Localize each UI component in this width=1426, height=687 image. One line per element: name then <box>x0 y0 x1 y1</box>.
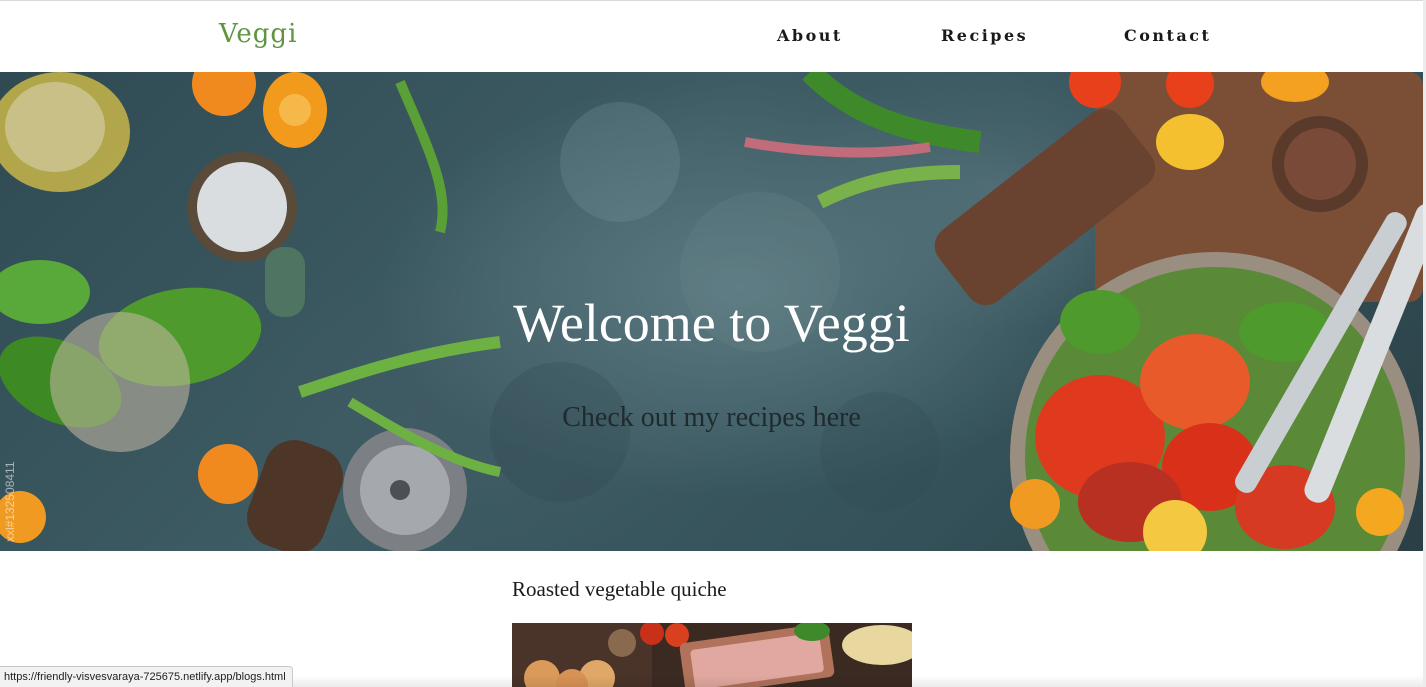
post-title[interactable]: Roasted vegetable quiche <box>512 577 727 602</box>
hero-title: Welcome to Veggi <box>513 293 910 353</box>
brand-logo[interactable]: Veggi <box>219 19 297 49</box>
nav-link-recipes[interactable]: Recipes <box>941 26 1028 45</box>
nav-link-contact[interactable]: Contact <box>1124 26 1211 45</box>
hero-subtitle-link[interactable]: Check out my recipes here <box>0 402 1423 434</box>
page: Veggi About Recipes Contact xxl#13250841… <box>0 0 1426 687</box>
status-bar-url: https://friendly-visvesvaraya-725675.net… <box>0 666 293 687</box>
navbar: Veggi About Recipes Contact <box>0 1 1423 72</box>
hero-banner: xxl#132508411 Welcome to Veggi Check out… <box>0 72 1423 551</box>
nav-link-about[interactable]: About <box>777 26 843 45</box>
hero-watermark: xxl#132508411 <box>3 461 17 542</box>
